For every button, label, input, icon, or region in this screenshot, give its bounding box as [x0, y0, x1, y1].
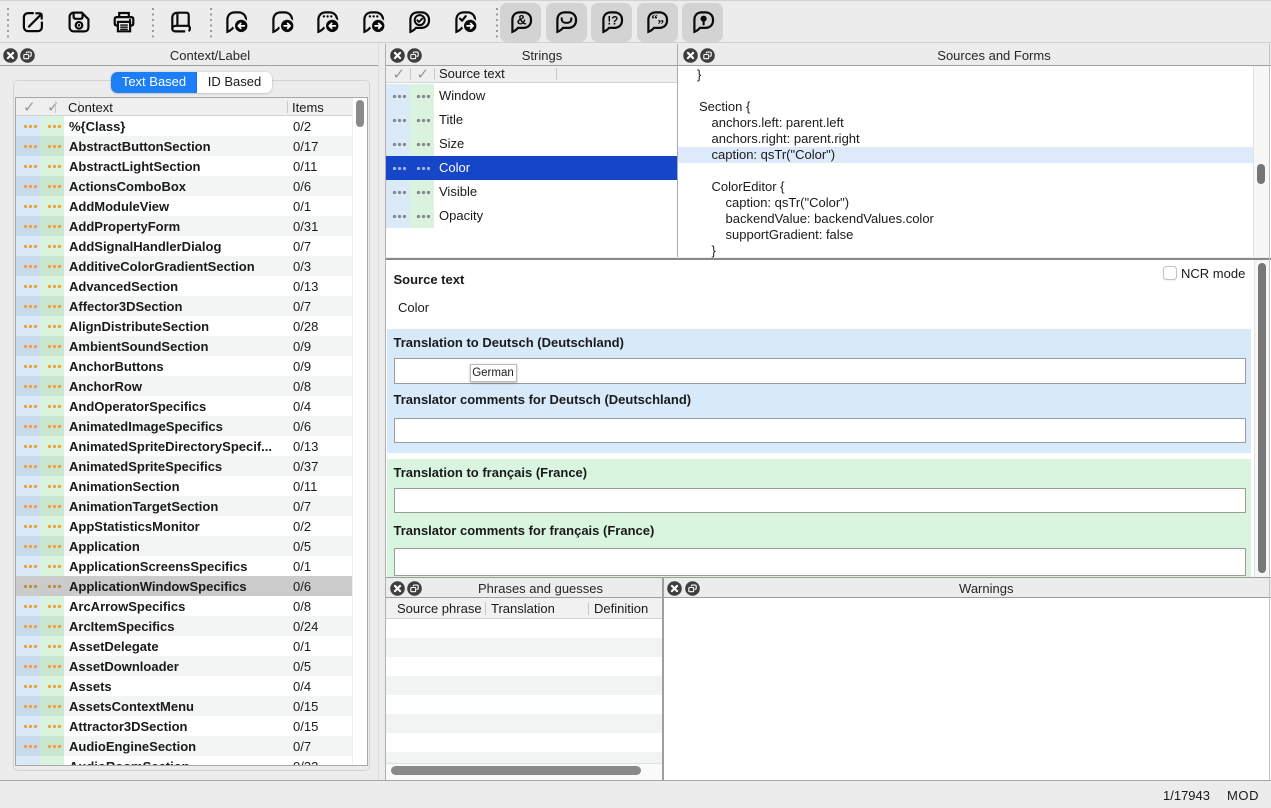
- svg-text:„: „: [658, 10, 665, 25]
- svg-text:&: &: [516, 12, 526, 27]
- svg-text:!?: !?: [607, 15, 618, 27]
